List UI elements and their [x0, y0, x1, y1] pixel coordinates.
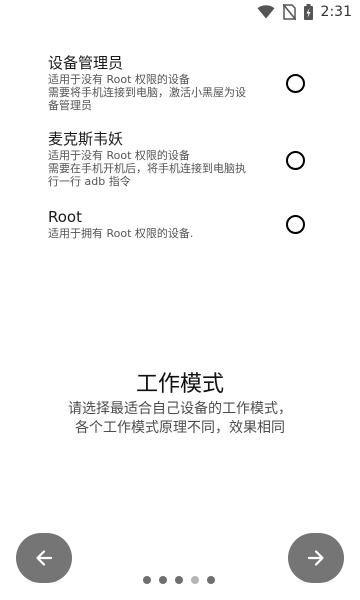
- option-description: 适用于拥有 Root 权限的设备.: [48, 227, 270, 240]
- option-description: 适用于没有 Root 权限的设备 需要将手机连接到电脑，激活小黑屋为设 备管理员: [48, 73, 270, 112]
- page-description-line: 请选择最适合自己设备的工作模式，: [68, 401, 292, 417]
- sim-off-icon: [282, 4, 296, 20]
- option-description-line: 适用于拥有 Root 权限的设备.: [48, 227, 194, 240]
- status-time: 2:31: [320, 4, 352, 20]
- option-description-line: 需要将手机连接到电脑，激活小黑屋为设: [48, 86, 246, 99]
- option-description-line: 行一行 adb 指令: [48, 175, 131, 188]
- status-bar: 2:31: [0, 0, 360, 24]
- next-button[interactable]: [288, 533, 344, 583]
- battery-charging-icon: [303, 4, 313, 20]
- radio-root[interactable]: [286, 215, 305, 234]
- option-title: 设备管理员: [48, 54, 124, 72]
- page-description: 请选择最适合自己设备的工作模式， 各个工作模式原理不同，效果相同: [0, 400, 360, 438]
- page-dot: [207, 576, 215, 584]
- page-indicator: [143, 576, 215, 584]
- page-description-line: 各个工作模式原理不同，效果相同: [75, 420, 285, 436]
- arrow-left-icon: [34, 548, 54, 568]
- option-device-admin[interactable]: 设备管理员 适用于没有 Root 权限的设备 需要将手机连接到电脑，激活小黑屋为…: [48, 53, 318, 112]
- page-dot: [159, 576, 167, 584]
- option-description-line: 适用于没有 Root 权限的设备: [48, 149, 190, 162]
- page-dot: [175, 576, 183, 584]
- radio-maxwell-demon[interactable]: [286, 151, 305, 170]
- option-description-line: 适用于没有 Root 权限的设备: [48, 73, 190, 86]
- page-dot: [143, 576, 151, 584]
- option-description-line: 需要在手机开机后，将手机连接到电脑执: [48, 162, 246, 175]
- page-dot-active: [191, 576, 199, 584]
- option-maxwell-demon[interactable]: 麦克斯韦妖 适用于没有 Root 权限的设备 需要在手机开机后，将手机连接到电脑…: [48, 129, 318, 188]
- option-description-line: 备管理员: [48, 99, 92, 112]
- option-title: 麦克斯韦妖: [48, 130, 124, 148]
- status-icons: 2:31: [257, 3, 352, 21]
- radio-device-admin[interactable]: [286, 74, 305, 93]
- wifi-icon: [257, 5, 275, 19]
- option-root[interactable]: Root 适用于拥有 Root 权限的设备.: [48, 207, 318, 240]
- arrow-right-icon: [306, 548, 326, 568]
- previous-button[interactable]: [16, 533, 72, 583]
- option-description: 适用于没有 Root 权限的设备 需要在手机开机后，将手机连接到电脑执 行一行 …: [48, 149, 270, 188]
- option-title: Root: [48, 208, 82, 226]
- page-title: 工作模式: [135, 372, 224, 397]
